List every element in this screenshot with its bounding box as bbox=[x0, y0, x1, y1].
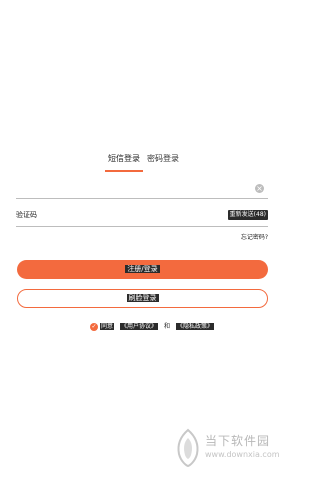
quick-login-label: 刷脸登录 bbox=[126, 294, 159, 302]
and-label: 和 bbox=[164, 323, 171, 330]
quick-login-button[interactable]: 刷脸登录 bbox=[17, 289, 268, 308]
code-field-row: 验证码 重新发送(48) bbox=[16, 206, 268, 227]
register-login-button[interactable]: 注册/登录 bbox=[17, 260, 268, 279]
phone-field-row: × bbox=[16, 178, 268, 199]
checkmark-icon[interactable]: ✓ bbox=[90, 323, 98, 331]
forgot-password-link[interactable]: 忘记密码? bbox=[241, 234, 268, 242]
code-label[interactable]: 验证码 bbox=[16, 211, 37, 220]
register-login-label: 注册/登录 bbox=[125, 265, 160, 273]
watermark: 当下软件园 www.downxia.com bbox=[175, 428, 285, 488]
clear-icon[interactable]: × bbox=[255, 184, 264, 193]
user-agreement-link[interactable]: 《用户协议》 bbox=[120, 323, 159, 330]
agreement-row: ✓ 同意 《用户协议》和《隐私政策》 bbox=[90, 322, 215, 332]
tab-password-login[interactable]: 密码登录 bbox=[147, 154, 179, 164]
active-tab-indicator bbox=[105, 170, 143, 172]
agree-label: 同意 bbox=[100, 323, 115, 330]
watermark-logo-icon bbox=[177, 428, 199, 468]
login-tabs: 短信登录 密码登录 bbox=[0, 154, 286, 174]
tab-sms-login[interactable]: 短信登录 bbox=[108, 154, 140, 164]
watermark-url: www.downxia.com bbox=[205, 450, 280, 459]
watermark-title: 当下软件园 bbox=[205, 434, 271, 448]
resend-code-button[interactable]: 重新发送(48) bbox=[227, 210, 268, 220]
phone-input[interactable] bbox=[16, 180, 246, 196]
privacy-policy-link[interactable]: 《隐私政策》 bbox=[176, 323, 215, 330]
